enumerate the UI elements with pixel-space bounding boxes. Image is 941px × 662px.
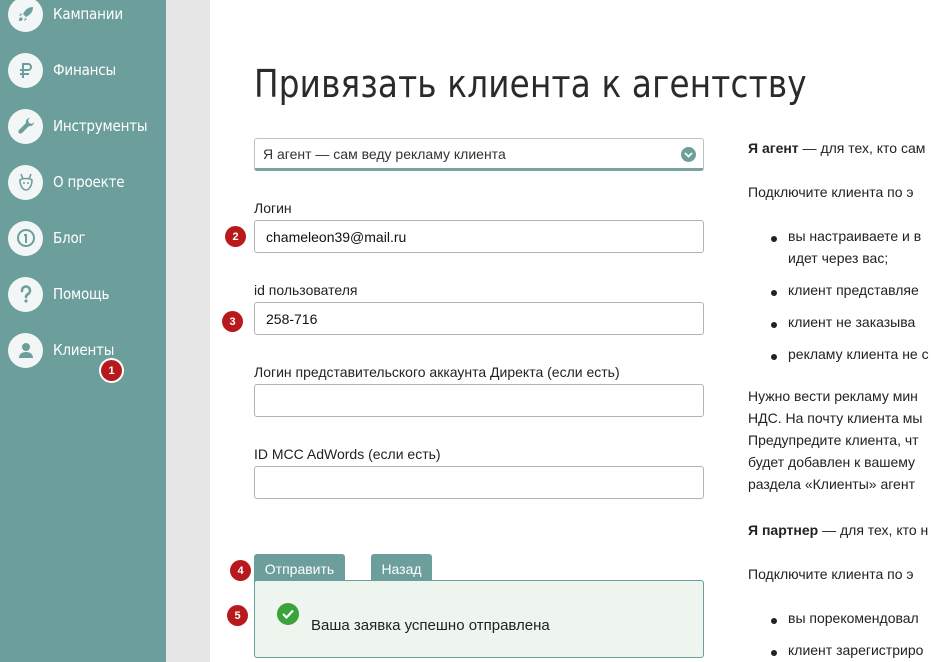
bullet-dot: [771, 618, 777, 624]
adwords-id-input[interactable]: [254, 466, 704, 499]
blog-icon: [8, 220, 43, 256]
agent-paragraph-line: раздела «Клиенты» агент: [748, 476, 915, 492]
agent-heading-bold: Я агент: [748, 140, 799, 156]
wrench-icon: [8, 108, 43, 144]
user-icon: [8, 332, 43, 368]
chameleon-icon: [8, 164, 43, 200]
rocket-icon: [8, 0, 43, 32]
role-select[interactable]: Я агент — сам веду рекламу клиента: [254, 138, 704, 171]
bullet-dot: [771, 650, 777, 656]
sidebar-item-tools[interactable]: Инструменты: [8, 106, 148, 146]
login-label: Логин: [254, 200, 292, 216]
agent-heading: Я агент — для тех, кто сам: [748, 140, 941, 156]
page-title: Привязать клиента к агентству: [254, 62, 807, 106]
bullet-dot: [771, 290, 777, 296]
sidebar-item-label: О проекте: [53, 173, 125, 191]
sidebar-item-label: Помощь: [53, 285, 110, 303]
partner-bullet: вы порекомендовал: [788, 610, 919, 626]
sidebar-item-campaigns[interactable]: Кампании: [8, 0, 123, 34]
sidebar-item-label: Финансы: [53, 61, 116, 79]
content-gutter: [166, 0, 210, 662]
agent-bullet-cont: идет через вас;: [788, 250, 889, 266]
partner-heading: Я партнер — для тех, кто н: [748, 522, 941, 538]
agent-heading-rest: — для тех, кто сам: [798, 140, 926, 156]
chevron-down-icon: [681, 147, 696, 162]
agent-intro: Подключите клиента по э: [748, 184, 914, 200]
sidebar-item-clients[interactable]: Клиенты: [8, 330, 114, 370]
direct-login-label: Логин представительского аккаунта Директ…: [254, 364, 620, 380]
sidebar-item-label: Кампании: [53, 5, 123, 23]
sidebar-item-finance[interactable]: Финансы: [8, 50, 116, 90]
direct-login-input[interactable]: [254, 384, 704, 417]
step-badge: 2: [225, 226, 246, 247]
success-message: Ваша заявка успешно отправлена: [311, 617, 550, 634]
check-circle-icon: [277, 603, 299, 625]
agent-bullet: клиент представляе: [788, 282, 919, 298]
userid-input[interactable]: [254, 302, 704, 335]
role-select-value: Я агент — сам веду рекламу клиента: [263, 145, 506, 162]
bullet-dot: [771, 354, 777, 360]
sidebar-item-blog[interactable]: Блог: [8, 218, 86, 258]
agent-paragraph-line: будет добавлен к вашему: [748, 454, 916, 470]
agent-paragraph-line: Предупредите клиента, чт: [748, 432, 919, 448]
partner-bullet: клиент зарегистриро: [788, 642, 924, 658]
adwords-id-label: ID MCC AdWords (если есть): [254, 446, 441, 462]
step-badge: 5: [227, 605, 248, 626]
login-input[interactable]: [254, 220, 704, 253]
agent-paragraph-line: Нужно вести рекламу мин: [748, 388, 918, 404]
sidebar-item-label: Клиенты: [53, 341, 115, 359]
bullet-dot: [771, 322, 777, 328]
sidebar-item-help[interactable]: Помощь: [8, 274, 110, 314]
agent-bullet: рекламу клиента не с: [788, 346, 929, 362]
partner-intro: Подключите клиента по э: [748, 566, 914, 582]
sidebar-item-about[interactable]: О проекте: [8, 162, 125, 202]
sidebar: Кампании Финансы Инструменты О проекте Б…: [0, 0, 166, 662]
bullet-dot: [771, 236, 777, 242]
success-alert: Ваша заявка успешно отправлена: [254, 580, 704, 658]
step-badge: 4: [230, 560, 251, 581]
step-badge: 3: [222, 311, 243, 332]
userid-label: id пользователя: [254, 282, 358, 298]
ruble-icon: [8, 52, 43, 88]
sidebar-item-label: Блог: [53, 229, 86, 247]
question-icon: [8, 276, 43, 312]
step-badge: 1: [101, 360, 122, 381]
partner-heading-rest: — для тех, кто н: [818, 522, 929, 538]
partner-heading-bold: Я партнер: [748, 522, 819, 538]
agent-bullet: вы настраиваете и в: [788, 228, 922, 244]
sidebar-item-label: Инструменты: [53, 117, 148, 135]
agent-paragraph-line: НДС. На почту клиента мы: [748, 410, 923, 426]
agent-bullet: клиент не заказыва: [788, 314, 916, 330]
